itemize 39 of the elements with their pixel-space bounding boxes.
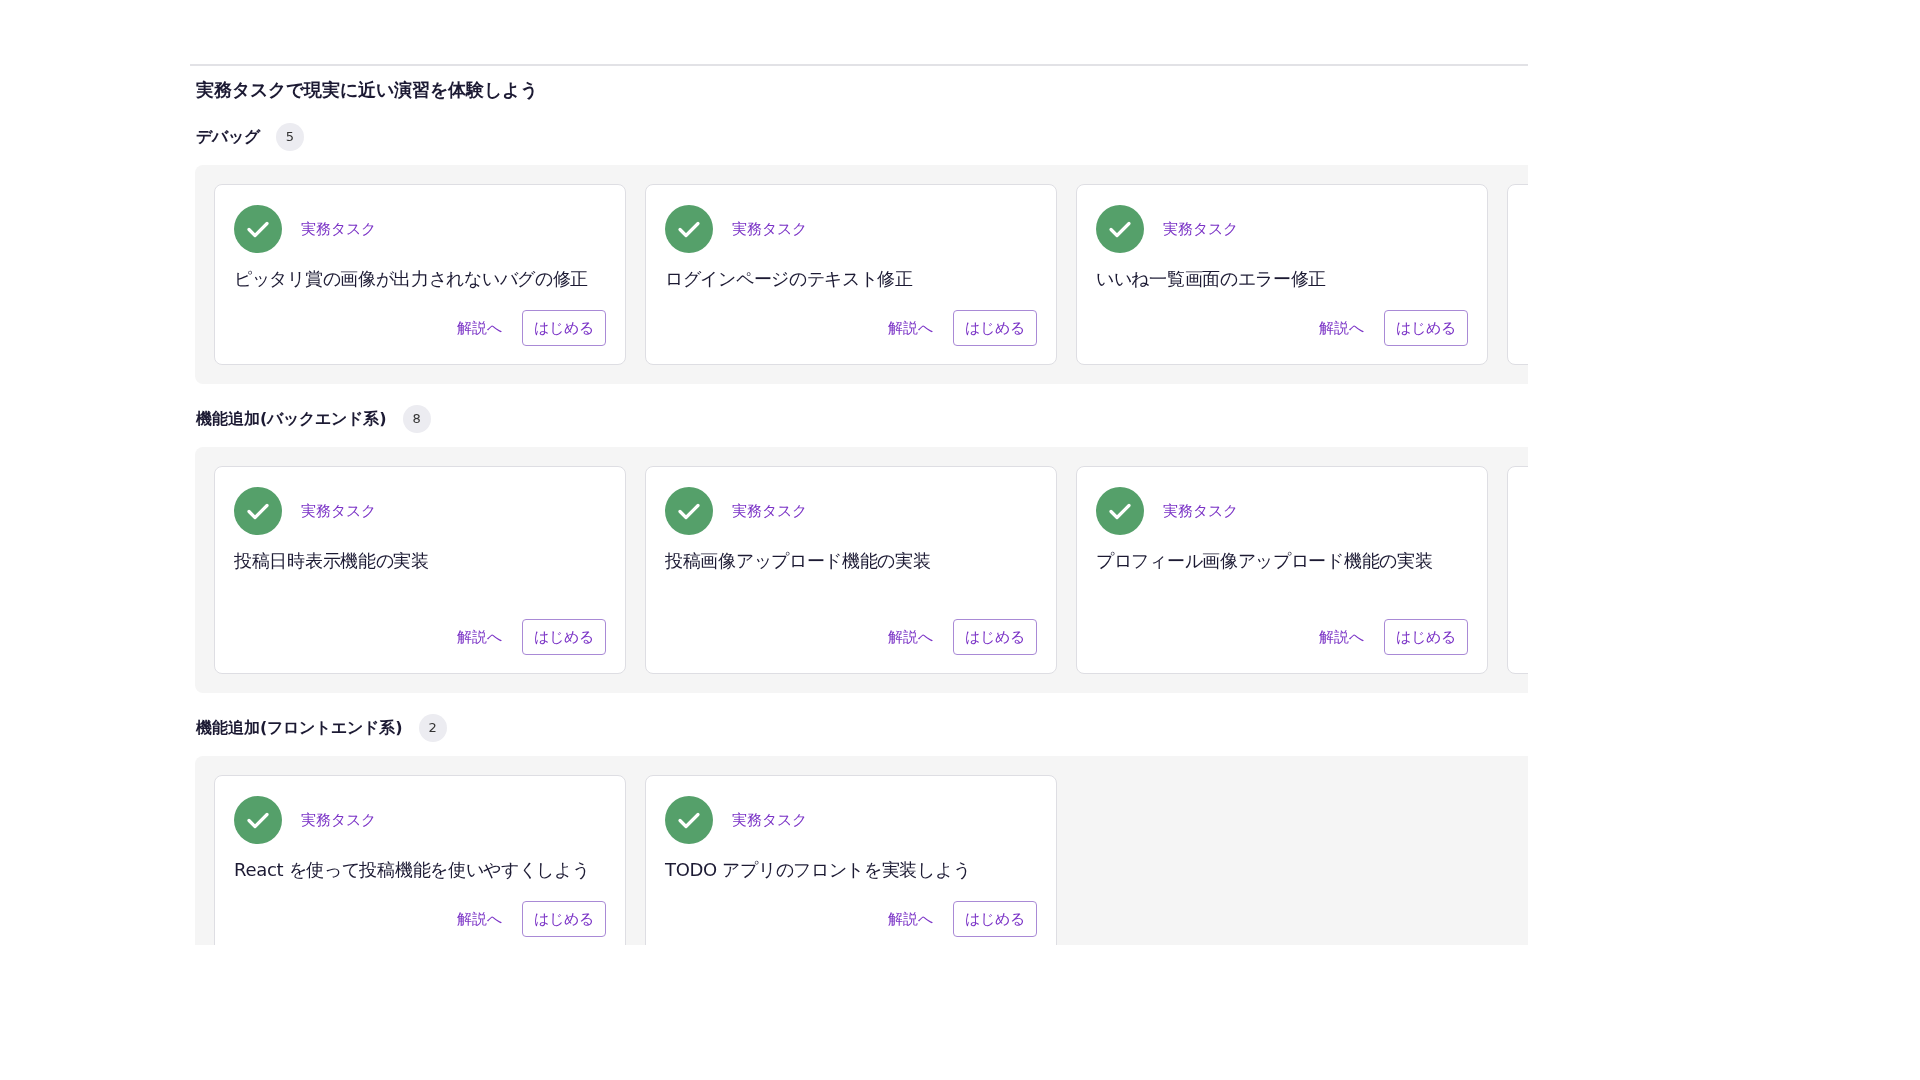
task-title: 投稿日時表示機能の実装 xyxy=(234,549,430,573)
section-title: 機能追加(バックエンド系) xyxy=(196,408,387,430)
page-heading: 実務タスクで現実に近い演習を体験しよう xyxy=(196,78,539,102)
start-button[interactable]: はじめる xyxy=(953,901,1037,937)
explanation-link[interactable]: 解説へ xyxy=(457,316,502,340)
start-button[interactable]: はじめる xyxy=(953,619,1037,655)
task-label: 実務タスク xyxy=(1163,218,1238,240)
task-label: 実務タスク xyxy=(1163,500,1238,522)
start-button[interactable]: はじめる xyxy=(522,310,606,346)
start-button[interactable]: はじめる xyxy=(522,619,606,655)
task-label: 実務タスク xyxy=(301,218,376,240)
start-button[interactable]: はじめる xyxy=(1384,619,1468,655)
task-label: 実務タスク xyxy=(301,809,376,831)
task-title: ログインページのテキスト修正 xyxy=(665,267,914,291)
start-button[interactable]: はじめる xyxy=(1384,310,1468,346)
explanation-link[interactable]: 解説へ xyxy=(1319,625,1364,649)
explanation-link[interactable]: 解説へ xyxy=(457,625,502,649)
count-badge: 2 xyxy=(418,714,447,742)
task-label: 実務タスク xyxy=(732,500,807,522)
task-title: 投稿画像アップロード機能の実装 xyxy=(665,549,932,573)
start-button[interactable]: はじめる xyxy=(522,901,606,937)
explanation-link[interactable]: 解説へ xyxy=(457,907,502,931)
task-title: プロフィール画像アップロード機能の実装 xyxy=(1096,549,1434,573)
start-button[interactable]: はじめる xyxy=(953,310,1037,346)
count-badge: 5 xyxy=(276,123,304,151)
task-label: 実務タスク xyxy=(732,809,807,831)
task-title: いいね一覧画面のエラー修正 xyxy=(1096,267,1328,291)
count-badge: 8 xyxy=(402,405,431,433)
task-title: ピッタリ賞の画像が出力されないバグの修正 xyxy=(234,267,589,291)
explanation-link[interactable]: 解説へ xyxy=(888,907,933,931)
section-title: 機能追加(フロントエンド系) xyxy=(196,717,403,739)
section-title: デバッグ xyxy=(196,126,260,148)
explanation-link[interactable]: 解説へ xyxy=(888,316,933,340)
task-title: TODO アプリのフロントを実装しよう xyxy=(665,858,972,882)
explanation-link[interactable]: 解説へ xyxy=(888,625,933,649)
task-label: 実務タスク xyxy=(732,218,807,240)
task-title: React を使って投稿機能を使いやすくしよう xyxy=(234,858,591,882)
task-label: 実務タスク xyxy=(301,500,376,522)
explanation-link[interactable]: 解説へ xyxy=(1319,316,1364,340)
